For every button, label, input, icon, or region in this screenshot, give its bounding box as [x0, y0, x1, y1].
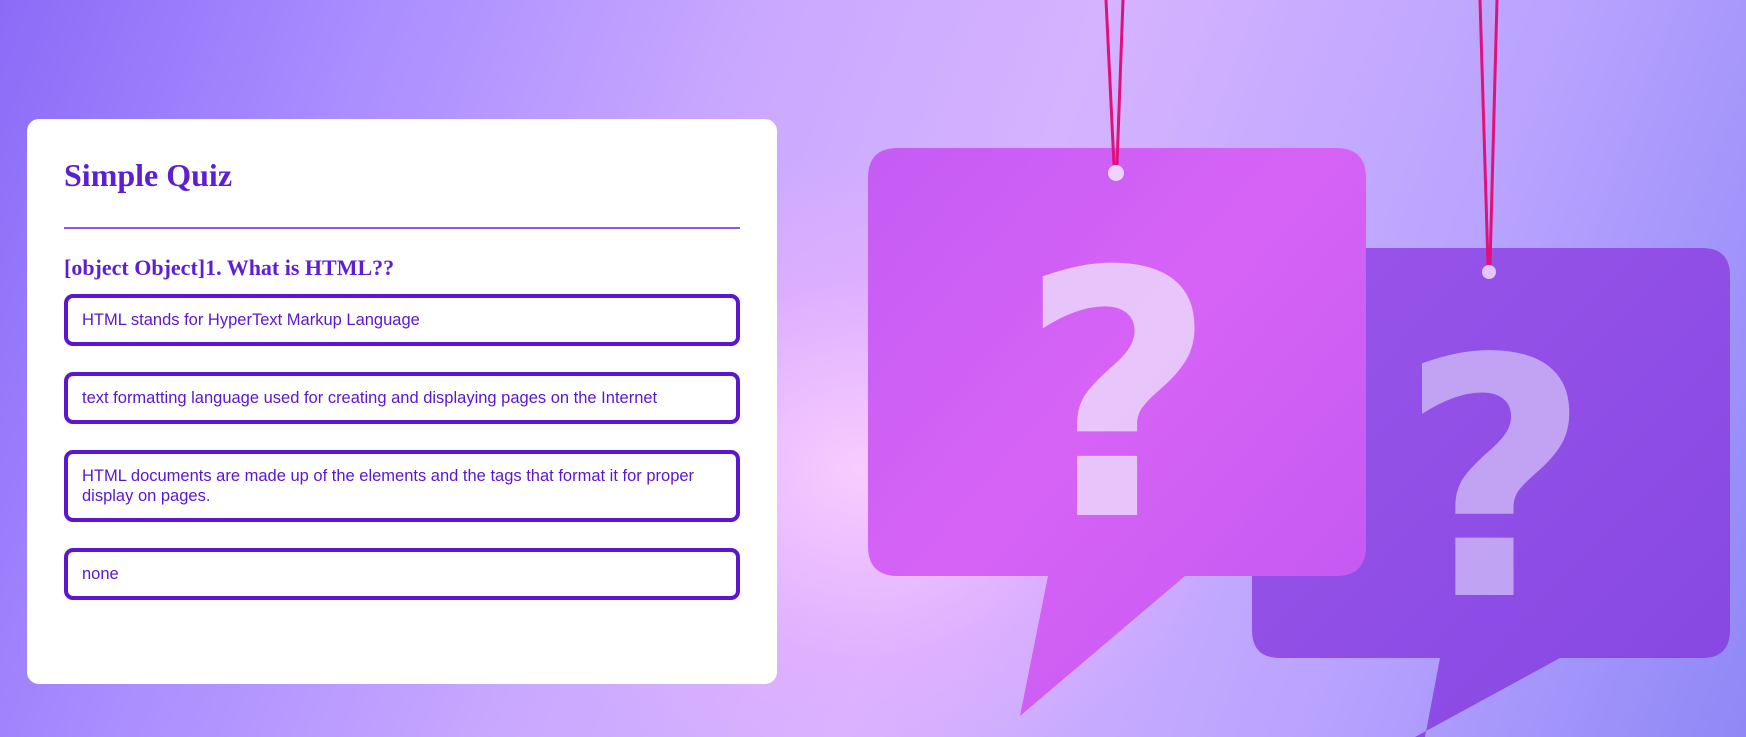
question-mark-icon: ?	[1399, 289, 1590, 673]
question-mark-icon: ?	[1019, 200, 1216, 596]
answer-option-2[interactable]: text formatting language used for creati…	[64, 371, 740, 424]
question-text: [object Object]1. What is HTML??	[64, 254, 395, 280]
answer-option-1[interactable]: HTML stands for HyperText Markup Languag…	[64, 293, 740, 346]
answer-list: HTML stands for HyperText Markup Languag…	[64, 293, 740, 600]
title-divider	[64, 226, 740, 229]
answer-option-4[interactable]: none	[64, 547, 740, 600]
quiz-card: Simple Quiz [object Object]1. What is HT…	[27, 119, 777, 684]
quiz-title: Simple Quiz	[64, 157, 233, 193]
answer-option-3[interactable]: HTML documents are made up of the elemen…	[64, 449, 740, 522]
